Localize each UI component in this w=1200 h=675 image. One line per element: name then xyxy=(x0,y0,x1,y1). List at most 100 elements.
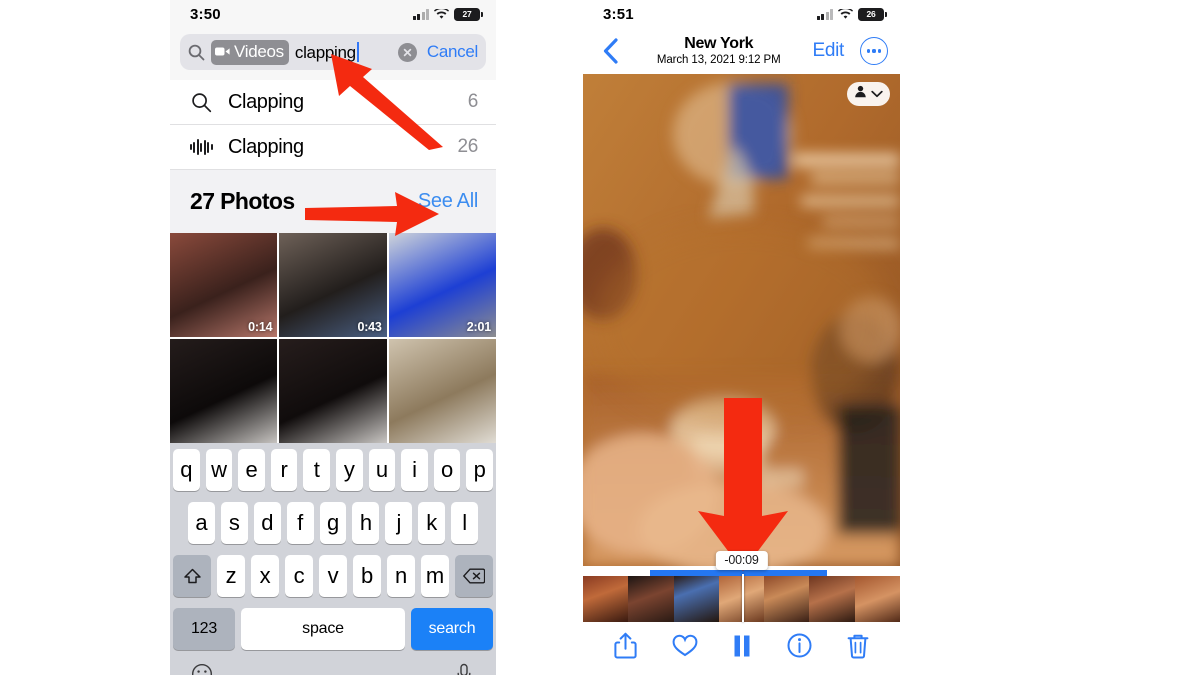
key-q[interactable]: q xyxy=(173,449,200,491)
key-c[interactable]: c xyxy=(285,555,313,597)
key-s[interactable]: s xyxy=(220,502,248,544)
key-h[interactable]: h xyxy=(352,502,380,544)
see-all-button[interactable]: See All xyxy=(418,190,478,213)
clear-x-icon[interactable] xyxy=(397,42,417,62)
status-time: 3:51 xyxy=(603,5,634,23)
time-remaining-label: -00:09 xyxy=(715,551,768,570)
key-t[interactable]: t xyxy=(303,449,330,491)
key-l[interactable]: l xyxy=(451,502,479,544)
heart-icon[interactable] xyxy=(672,634,698,662)
key-i[interactable]: i xyxy=(401,449,428,491)
shift-arrow-icon[interactable] xyxy=(173,555,211,597)
microphone-icon[interactable] xyxy=(449,659,479,675)
key-e[interactable]: e xyxy=(238,449,265,491)
chevron-down-icon xyxy=(871,85,883,103)
key-d[interactable]: d xyxy=(253,502,281,544)
suggestion-row-2[interactable]: Clapping 26 xyxy=(170,125,496,170)
video-viewport[interactable] xyxy=(583,74,900,566)
photo-grid-cell[interactable] xyxy=(170,339,278,443)
playhead-indicator[interactable] xyxy=(741,574,744,622)
suggestion-label: Clapping xyxy=(228,135,304,158)
key-b[interactable]: b xyxy=(353,555,381,597)
emoji-smiley-icon[interactable] xyxy=(187,659,217,675)
photo-results-grid: 0:14 0:43 2:01 xyxy=(170,233,496,443)
player-toolbar xyxy=(583,622,900,674)
edit-button[interactable]: Edit xyxy=(812,40,844,62)
search-icon xyxy=(188,44,205,61)
key-p[interactable]: p xyxy=(466,449,493,491)
key-m[interactable]: m xyxy=(421,555,449,597)
video-camera-icon xyxy=(215,46,230,57)
cellular-bars-icon xyxy=(816,8,833,20)
photo-grid-cell[interactable]: 0:43 xyxy=(279,233,387,337)
key-o[interactable]: o xyxy=(433,449,461,491)
search-icon xyxy=(190,92,212,113)
phone-right-video-player: 3:51 26 New York March 13, 2021 9:12 PM … xyxy=(583,0,900,675)
search-input[interactable]: Videos clapping Cancel xyxy=(180,34,486,70)
navigation-title-block: New York March 13, 2021 9:12 PM xyxy=(631,34,806,67)
key-u[interactable]: u xyxy=(368,449,396,491)
key-y[interactable]: y xyxy=(336,449,363,491)
photos-section-header: 27 Photos See All xyxy=(170,170,496,233)
info-icon[interactable] xyxy=(787,633,812,663)
key-k[interactable]: k xyxy=(418,502,446,544)
video-duration-label: 0:14 xyxy=(248,320,273,334)
search-return-key[interactable]: search xyxy=(411,608,493,650)
photo-grid-cell[interactable]: 0:14 xyxy=(170,233,278,337)
cancel-button[interactable]: Cancel xyxy=(423,42,478,62)
battery-level: 26 xyxy=(866,9,876,19)
wifi-icon xyxy=(838,8,853,20)
audio-waveform-icon xyxy=(189,139,213,155)
status-indicators: 26 xyxy=(816,7,887,21)
chevron-left-icon[interactable] xyxy=(595,37,625,65)
status-bar-left: 3:50 27 xyxy=(170,0,496,28)
photo-grid-cell[interactable] xyxy=(388,339,496,443)
backspace-icon[interactable] xyxy=(455,555,493,597)
people-badge[interactable] xyxy=(847,82,890,106)
space-key[interactable]: space xyxy=(241,608,405,650)
ellipsis-circle-icon[interactable] xyxy=(860,37,888,65)
suggestion-count: 26 xyxy=(457,136,478,157)
key-j[interactable]: j xyxy=(385,502,413,544)
key-v[interactable]: v xyxy=(319,555,347,597)
photo-grid-cell[interactable] xyxy=(279,339,387,443)
numbers-key[interactable]: 123 xyxy=(173,608,235,650)
navigation-bar: New York March 13, 2021 9:12 PM Edit xyxy=(583,28,900,74)
video-duration-label: 2:01 xyxy=(466,320,491,334)
cellular-bars-icon xyxy=(412,8,429,20)
search-token-videos[interactable]: Videos xyxy=(211,39,289,65)
key-f[interactable]: f xyxy=(286,502,314,544)
key-w[interactable]: w xyxy=(205,449,233,491)
key-n[interactable]: n xyxy=(387,555,415,597)
status-indicators: 27 xyxy=(412,7,483,21)
photo-datetime: March 13, 2021 9:12 PM xyxy=(656,54,781,67)
search-suggestions-list: Clapping 6 Clapping 26 xyxy=(170,80,496,170)
pause-icon[interactable] xyxy=(732,634,752,663)
battery-level: 27 xyxy=(462,9,472,19)
screenshot-root: 3:50 27 Videos clapping Cancel Clapping … xyxy=(0,0,1200,675)
keyboard-row-3: zxcvbnm xyxy=(173,555,493,597)
status-bar-right: 3:51 26 xyxy=(583,0,900,28)
search-header: Videos clapping Cancel xyxy=(170,28,496,80)
video-duration-label: 0:43 xyxy=(357,320,382,334)
battery-icon: 26 xyxy=(858,7,887,21)
trash-icon[interactable] xyxy=(847,633,869,664)
key-z[interactable]: z xyxy=(217,555,245,597)
status-time: 3:50 xyxy=(190,5,221,23)
text-caret xyxy=(356,41,359,62)
person-icon xyxy=(854,85,867,103)
photo-grid-cell[interactable]: 2:01 xyxy=(388,233,496,337)
video-scrubber[interactable]: -00:09 xyxy=(583,551,900,622)
suggestion-count: 6 xyxy=(467,91,479,112)
key-g[interactable]: g xyxy=(319,502,347,544)
key-a[interactable]: a xyxy=(188,502,215,544)
photo-location-title: New York xyxy=(684,34,754,52)
key-x[interactable]: x xyxy=(251,555,279,597)
keyboard-row-1: qwertyuiop xyxy=(173,449,493,491)
share-icon[interactable] xyxy=(614,632,637,664)
search-query-text: clapping xyxy=(294,41,392,63)
suggestion-row-1[interactable]: Clapping 6 xyxy=(170,80,496,125)
page-title: 27 Photos xyxy=(190,188,295,214)
search-query-value: clapping xyxy=(294,42,356,62)
key-r[interactable]: r xyxy=(270,449,298,491)
